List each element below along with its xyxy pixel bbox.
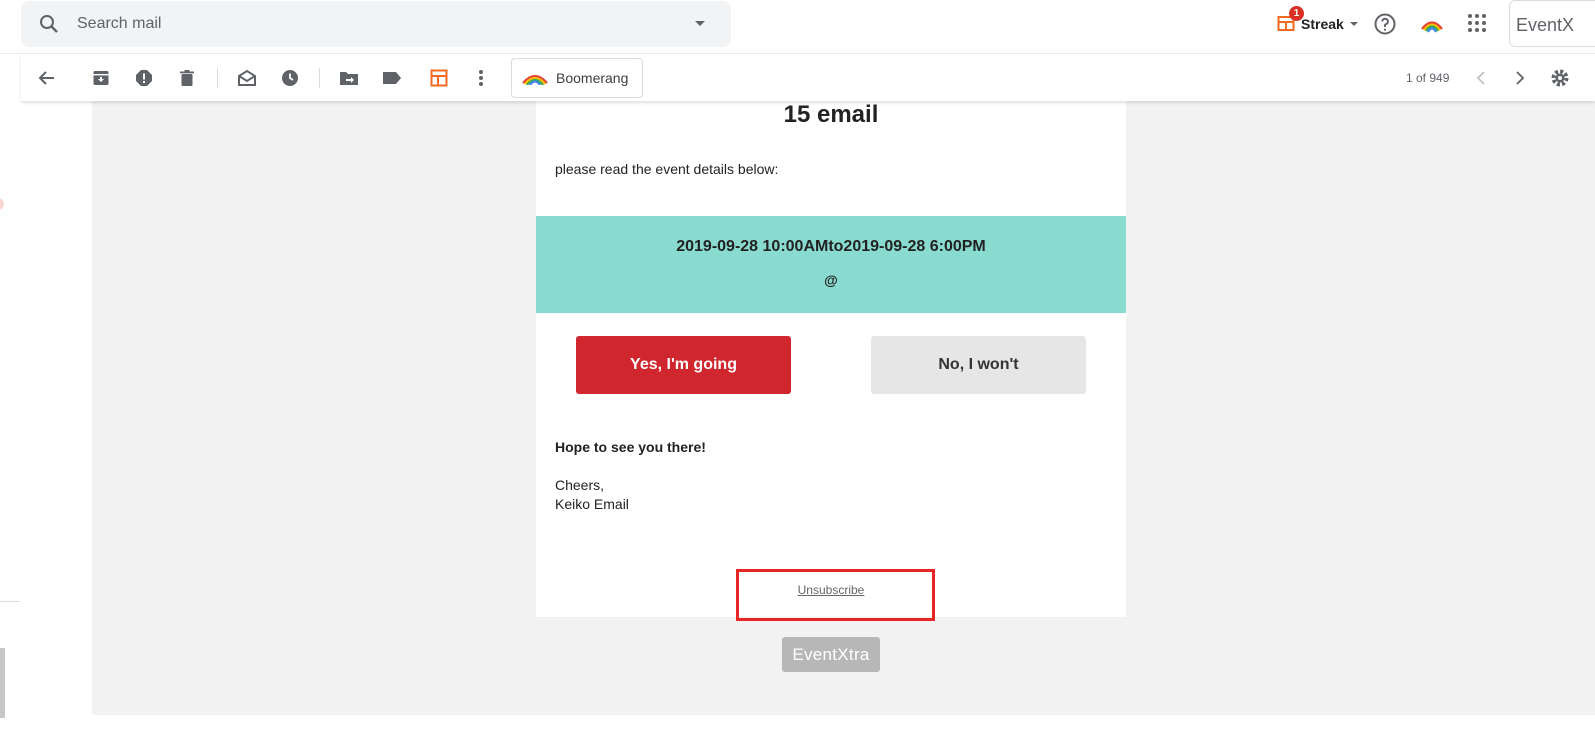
eventxtra-logo[interactable]: EventXtra: [782, 637, 880, 672]
message-toolbar: Boomerang 1 of 949: [21, 55, 1595, 101]
streak-menu-button[interactable]: 1 Streak: [1277, 6, 1358, 38]
rsvp-no-button[interactable]: No, I won't: [871, 336, 1086, 394]
chevron-down-icon: [1349, 22, 1358, 26]
delete-icon[interactable]: [175, 66, 199, 90]
streak-box-icon[interactable]: [427, 66, 451, 90]
chevron-left-icon[interactable]: [1469, 66, 1493, 90]
sender-name: Keiko Email: [555, 496, 629, 512]
email-card: 15 email please read the event details b…: [536, 101, 1126, 617]
search-bar[interactable]: Search mail: [21, 1, 731, 47]
event-datetime: 2019-09-28 10:00AMto2019-09-28 6:00PM: [676, 238, 986, 255]
event-details-band: 2019-09-28 10:00AMto2019-09-28 6:00PM @: [536, 216, 1126, 313]
report-spam-icon[interactable]: [132, 66, 156, 90]
label-icon[interactable]: [380, 66, 404, 90]
back-arrow-icon[interactable]: [35, 66, 59, 90]
move-to-icon[interactable]: [337, 66, 361, 90]
apps-grid-icon[interactable]: [1467, 13, 1487, 33]
snooze-icon[interactable]: [278, 66, 302, 90]
dropdown-caret-icon[interactable]: [695, 21, 705, 26]
signoff: Cheers,: [555, 477, 605, 493]
boomerang-icon: [522, 69, 548, 88]
signature: Cheers, Keiko Email: [555, 476, 629, 514]
closing-line: Hope to see you there!: [555, 439, 706, 455]
event-location: @: [824, 272, 838, 288]
toolbar-divider: [319, 68, 320, 88]
toolbar-divider: [217, 68, 218, 88]
unsubscribe-highlight-box: [736, 569, 935, 621]
search-input[interactable]: Search mail: [77, 15, 161, 33]
eventx-extension-button[interactable]: EventX: [1509, 0, 1595, 47]
more-vert-icon[interactable]: [469, 66, 493, 90]
top-header: Search mail 1 Streak EventX: [0, 0, 1595, 54]
boomerang-icon[interactable]: [1420, 13, 1444, 35]
settings-gear-icon[interactable]: [1548, 66, 1572, 90]
streak-badge: 1: [1289, 6, 1304, 21]
pager-count: 1 of 949: [1406, 71, 1450, 85]
left-nav-strip: [0, 101, 92, 731]
boomerang-button[interactable]: Boomerang: [511, 58, 643, 98]
mark-unread-icon[interactable]: [235, 66, 259, 90]
notification-dot: [0, 198, 4, 210]
boomerang-label: Boomerang: [556, 70, 629, 86]
chevron-right-icon[interactable]: [1508, 66, 1532, 90]
search-icon[interactable]: [37, 12, 61, 41]
eventx-label: EventX: [1516, 15, 1575, 35]
scrollbar-thumb[interactable]: [0, 648, 5, 718]
email-title: 15 email: [783, 101, 879, 128]
email-intro: please read the event details below:: [555, 161, 779, 177]
rsvp-yes-button[interactable]: Yes, I'm going: [576, 336, 791, 394]
streak-label: Streak: [1301, 16, 1344, 32]
divider: [0, 601, 20, 602]
archive-icon[interactable]: [89, 66, 113, 90]
help-icon[interactable]: [1373, 12, 1397, 36]
